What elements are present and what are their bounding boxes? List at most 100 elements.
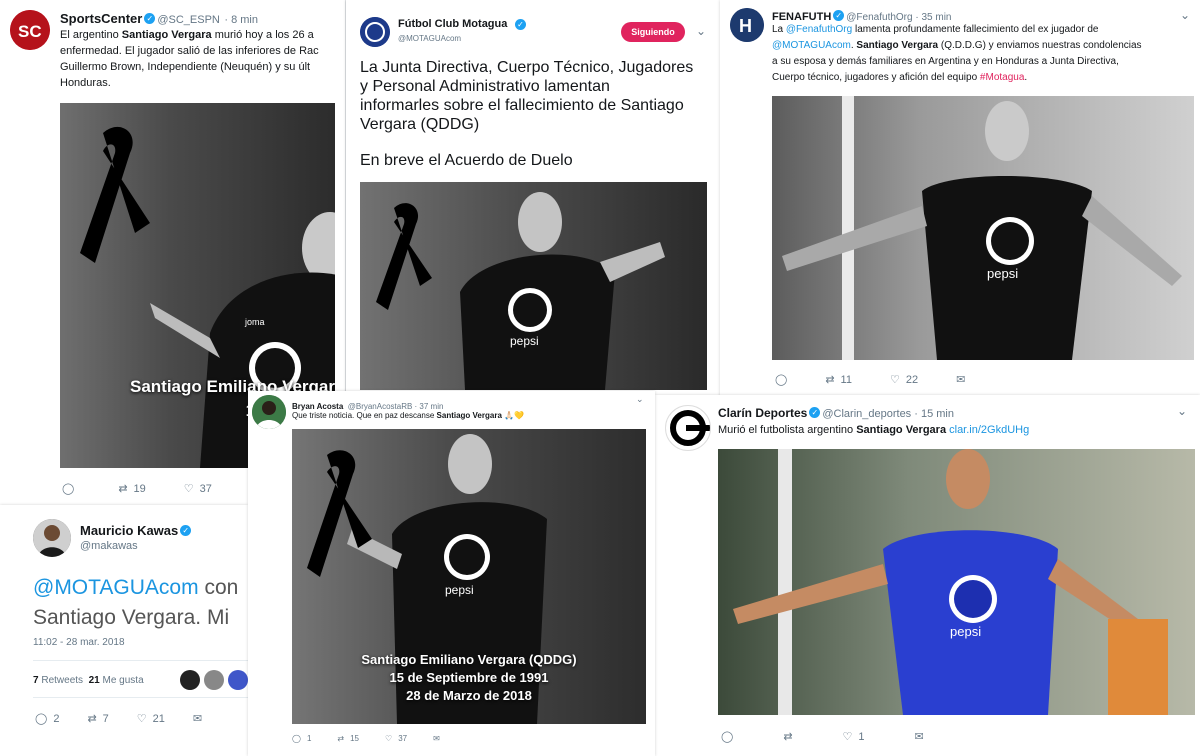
mention-link[interactable]: @FenafuthOrg: [786, 24, 852, 35]
player-silhouette: pepsi: [782, 96, 1182, 360]
reply-icon: ◯: [292, 734, 301, 743]
mention-link[interactable]: @MOTAGUAcom: [33, 576, 199, 599]
author-handle[interactable]: @makawas: [80, 540, 138, 552]
liker-avatar[interactable]: [204, 670, 224, 690]
tweet-fenafuth[interactable]: H FENAFUTH ✓ @FenafuthOrg · 35 min ⌄ La @F…: [720, 0, 1200, 400]
message-icon: ✉: [956, 374, 966, 386]
black-ribbon-icon: [307, 450, 372, 577]
svg-text:joma: joma: [244, 317, 265, 327]
verified-icon: ✓: [515, 19, 526, 30]
chevron-down-icon[interactable]: ⌄: [636, 394, 644, 405]
tweet-clarin[interactable]: Clarín Deportes ✓ @Clarin_deportes · 15 mi…: [655, 395, 1200, 756]
following-button[interactable]: Siguiendo: [621, 22, 685, 42]
tweet-actions: ◯ 2 ⇄ 7 ♡ 21 ✉: [35, 712, 240, 726]
heart-icon: ♡: [183, 483, 194, 495]
author-name[interactable]: Clarín Deportes: [718, 406, 807, 420]
reply-icon: ◯: [62, 483, 75, 495]
message-button[interactable]: ✉: [956, 373, 965, 386]
divider: [33, 660, 248, 661]
tweet-photo[interactable]: pepsi: [772, 96, 1194, 360]
tweet-text: @MOTAGUAcom con Santiago Vergara. Mi: [33, 576, 239, 629]
author-name[interactable]: Fútbol Club Motagua: [398, 18, 507, 30]
liker-avatar[interactable]: [228, 670, 248, 690]
heart-icon: ♡: [385, 734, 393, 743]
liker-avatars: [180, 670, 248, 690]
tweet-text: La @FenafuthOrg lamenta profundamente fa…: [772, 24, 1142, 83]
reply-button[interactable]: ◯: [775, 373, 787, 386]
photo-caption: Santiago Emiliano Vergara (QDDG) 15 de S…: [361, 652, 577, 703]
tweet-actions: ◯ ⇄ 11 ♡ 22 ✉: [775, 373, 1003, 387]
like-button[interactable]: ♡ 37: [183, 482, 212, 496]
mention-link[interactable]: @MOTAGUAcom: [772, 40, 851, 51]
retweet-button[interactable]: ⇄ 7: [87, 712, 108, 726]
message-button[interactable]: ✉: [433, 734, 440, 743]
tweet-acosta[interactable]: Bryan Acosta @BryanAcostaRB · 37 min ⌄ Q…: [248, 391, 655, 756]
player-photo: pepsi: [733, 449, 1168, 715]
retweet-icon: ⇄: [783, 731, 793, 743]
svg-text:SC: SC: [18, 22, 42, 41]
author-handle[interactable]: @MOTAGUAcom: [398, 34, 461, 43]
like-button[interactable]: ♡ 1: [842, 730, 865, 744]
message-button[interactable]: ✉: [193, 712, 202, 725]
acosta-avatar[interactable]: [252, 395, 286, 429]
message-button[interactable]: ✉: [915, 730, 924, 743]
fenafuth-avatar[interactable]: H: [730, 8, 764, 42]
retweet-button[interactable]: ⇄: [783, 730, 792, 743]
tweet-timestamp[interactable]: 11:02 - 28 mar. 2018: [33, 637, 125, 648]
message-icon: ✉: [914, 731, 924, 743]
reply-button[interactable]: ◯ 2: [35, 712, 59, 726]
message-icon: ✉: [433, 734, 440, 743]
tweet-time[interactable]: · 8 min: [224, 14, 258, 26]
retweet-icon: ⇄: [337, 734, 345, 743]
divider: [33, 697, 248, 698]
author-handle[interactable]: @Clarin_deportes · 15 min: [822, 408, 954, 420]
author-name[interactable]: SportsCenter: [60, 11, 142, 26]
like-button[interactable]: ♡ 37: [385, 734, 407, 743]
article-link[interactable]: clar.in/2GkdUHg: [949, 424, 1029, 436]
tweet-actions: ◯ ⇄ 19 ♡ 37: [62, 482, 250, 496]
heart-icon: ♡: [889, 374, 900, 386]
reply-icon: ◯: [775, 374, 788, 386]
hashtag-link[interactable]: #Motagua: [980, 72, 1024, 83]
chevron-down-icon[interactable]: ⌄: [1180, 8, 1190, 22]
tweet-kawas[interactable]: Mauricio Kawas ✓ @makawas @MOTAGUAcom con…: [0, 505, 248, 756]
black-ribbon-icon: [80, 126, 150, 263]
club-crest-icon: [360, 17, 390, 47]
retweet-button[interactable]: ⇄ 19: [118, 482, 145, 496]
clarin-logo-icon: [670, 410, 710, 446]
federation-logo-icon: H: [730, 8, 764, 42]
kawas-avatar[interactable]: [33, 519, 71, 557]
reply-button[interactable]: ◯ 1: [292, 734, 311, 743]
liker-avatar[interactable]: [180, 670, 200, 690]
tweet-text: Que triste noticia. Que en paz descanse …: [292, 411, 525, 420]
author-name[interactable]: Mauricio Kawas: [80, 523, 178, 538]
sportscenter-avatar[interactable]: SC: [10, 10, 50, 50]
message-icon: ✉: [192, 713, 203, 725]
tweet-header: Clarín Deportes ✓ @Clarin_deportes · 15 mi…: [718, 404, 954, 422]
heart-icon: ♡: [842, 731, 853, 743]
chevron-down-icon[interactable]: ⌄: [1177, 404, 1187, 418]
person-avatar-icon: [33, 519, 71, 557]
tweet-actions: ◯ 1 ⇄ 15 ♡ 37 ✉: [292, 734, 478, 743]
tweet-photo[interactable]: pepsi: [360, 182, 707, 390]
svg-text:pepsi: pepsi: [445, 583, 474, 597]
person-avatar-icon: [252, 395, 286, 429]
chevron-down-icon[interactable]: ⌄: [696, 24, 706, 38]
retweet-button[interactable]: ⇄ 15: [337, 734, 359, 743]
like-button[interactable]: ♡ 21: [137, 712, 165, 726]
reply-icon: ◯: [35, 713, 48, 725]
like-button[interactable]: ♡ 22: [889, 373, 918, 387]
engagement-stats: 7 Retweets 21 Me gusta: [33, 675, 144, 686]
motagua-avatar[interactable]: [360, 17, 390, 47]
reply-icon: ◯: [721, 731, 734, 743]
tweet-photo[interactable]: pepsi: [718, 449, 1195, 715]
reply-button[interactable]: ◯: [721, 730, 733, 743]
tweet-motagua[interactable]: Fútbol Club Motagua ✓ @MOTAGUAcom Siguie…: [346, 0, 720, 400]
reply-button[interactable]: ◯: [62, 482, 80, 495]
clarin-avatar[interactable]: [665, 405, 711, 451]
author-handle[interactable]: @SC_ESPN: [157, 14, 220, 26]
retweet-icon: ⇄: [87, 713, 97, 725]
verified-icon: ✓: [809, 407, 821, 419]
tweet-photo[interactable]: pepsi Santiago Emiliano Vergara (QDDG) 1…: [292, 429, 646, 724]
retweet-button[interactable]: ⇄ 11: [825, 373, 852, 387]
